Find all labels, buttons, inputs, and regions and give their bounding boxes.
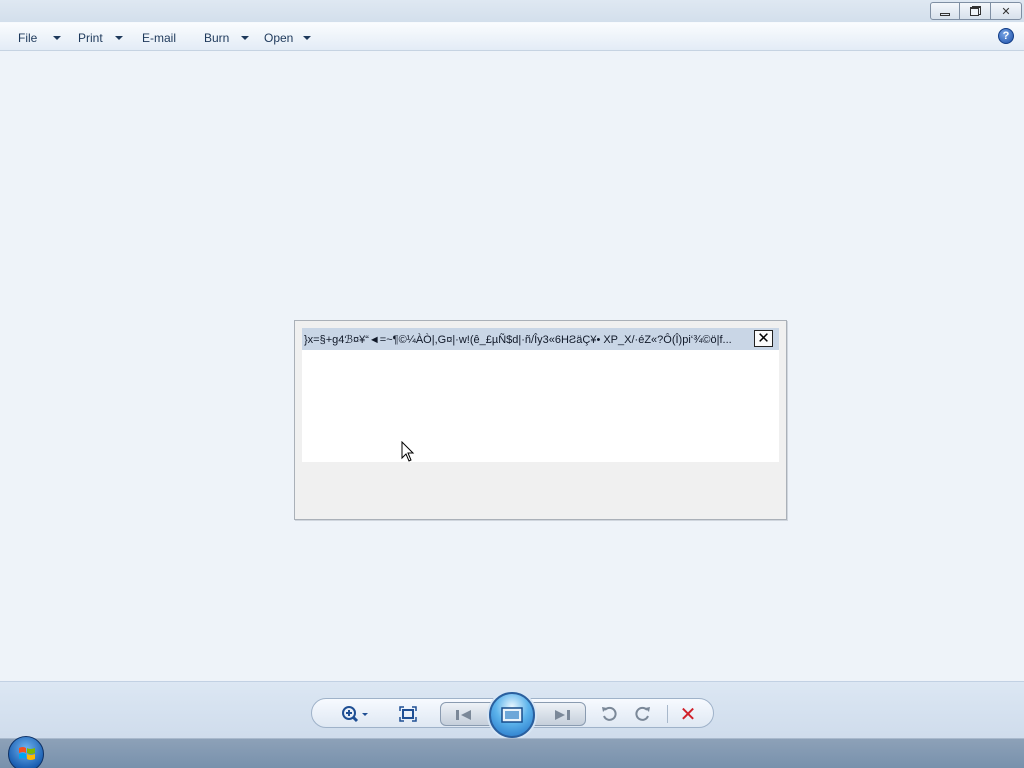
menu-burn-label: Burn: [204, 31, 230, 45]
next-icon: [555, 710, 570, 720]
rotate-counterclockwise-icon: [602, 706, 617, 721]
menu-file[interactable]: File: [18, 30, 62, 46]
dialog-titlebar[interactable]: }x=§+g4ℬ¤¥“◄=~¶©¼ÀÒ|,G¤|·w!(ê_£µÑ$d|·ñ/Î…: [302, 328, 779, 350]
actual-size-icon: [399, 706, 417, 722]
windows-logo-icon: [19, 747, 35, 760]
chevron-down-icon: [241, 36, 250, 40]
help-icon[interactable]: ?: [998, 28, 1014, 44]
window-controls: ✕: [930, 2, 1022, 20]
zoom-icon: [342, 706, 368, 723]
taskbar: [0, 736, 1024, 768]
delete-icon: ✕: [679, 703, 697, 726]
window-close-button[interactable]: ✕: [990, 2, 1022, 20]
previous-icon: [456, 710, 471, 720]
menu-file-label: File: [18, 31, 38, 45]
delete-button[interactable]: ✕: [676, 703, 700, 726]
start-button[interactable]: [8, 736, 44, 768]
zoom-button[interactable]: [338, 703, 372, 725]
chevron-down-icon: [303, 36, 312, 40]
menu-email[interactable]: E-mail: [142, 30, 176, 46]
control-group: ✕: [311, 692, 714, 738]
minimize-button[interactable]: [930, 2, 960, 20]
rotate-clockwise-button[interactable]: [632, 703, 654, 725]
next-button[interactable]: [547, 704, 577, 726]
viewer-control-bar: ✕: [0, 681, 1024, 738]
menu-email-label: E-mail: [142, 31, 177, 45]
mouse-cursor-icon: [401, 441, 415, 462]
slideshow-button[interactable]: [489, 692, 535, 738]
dialog-close-button[interactable]: ✕: [754, 330, 773, 347]
close-icon: ✕: [1001, 5, 1011, 18]
previous-button[interactable]: [449, 704, 479, 726]
dialog-body: }x=§+g4ℬ¤¥“◄=~¶©¼ÀÒ|,G¤|·w!(ê_£µÑ$d|·ñ/Î…: [302, 328, 779, 515]
rotate-counterclockwise-button[interactable]: [598, 703, 620, 725]
menu-open[interactable]: Open: [264, 30, 312, 46]
slideshow-icon: [501, 707, 523, 723]
toolbar-separator: [667, 705, 668, 723]
menu-print-label: Print: [78, 31, 103, 45]
menu-burn[interactable]: Burn: [204, 30, 250, 46]
minimize-icon: [940, 12, 950, 16]
restore-button[interactable]: [960, 2, 990, 20]
close-icon: ✕: [757, 330, 770, 347]
chevron-down-icon: [114, 36, 123, 40]
chevron-down-icon: [53, 36, 62, 40]
window-titlebar: ✕: [0, 0, 1024, 22]
dialog-title: }x=§+g4ℬ¤¥“◄=~¶©¼ÀÒ|,G¤|·w!(ê_£µÑ$d|·ñ/Î…: [304, 333, 732, 346]
restore-icon: [969, 6, 981, 16]
actual-size-button[interactable]: [396, 703, 420, 725]
dialog-content-area: [302, 350, 779, 462]
error-dialog: }x=§+g4ℬ¤¥“◄=~¶©¼ÀÒ|,G¤|·w!(ê_£µÑ$d|·ñ/Î…: [294, 320, 787, 520]
menu-bar: File Print E-mail Burn Open ?: [0, 22, 1024, 51]
rotate-clockwise-icon: [635, 706, 650, 721]
menu-open-label: Open: [264, 31, 294, 45]
menu-print[interactable]: Print: [78, 30, 123, 46]
